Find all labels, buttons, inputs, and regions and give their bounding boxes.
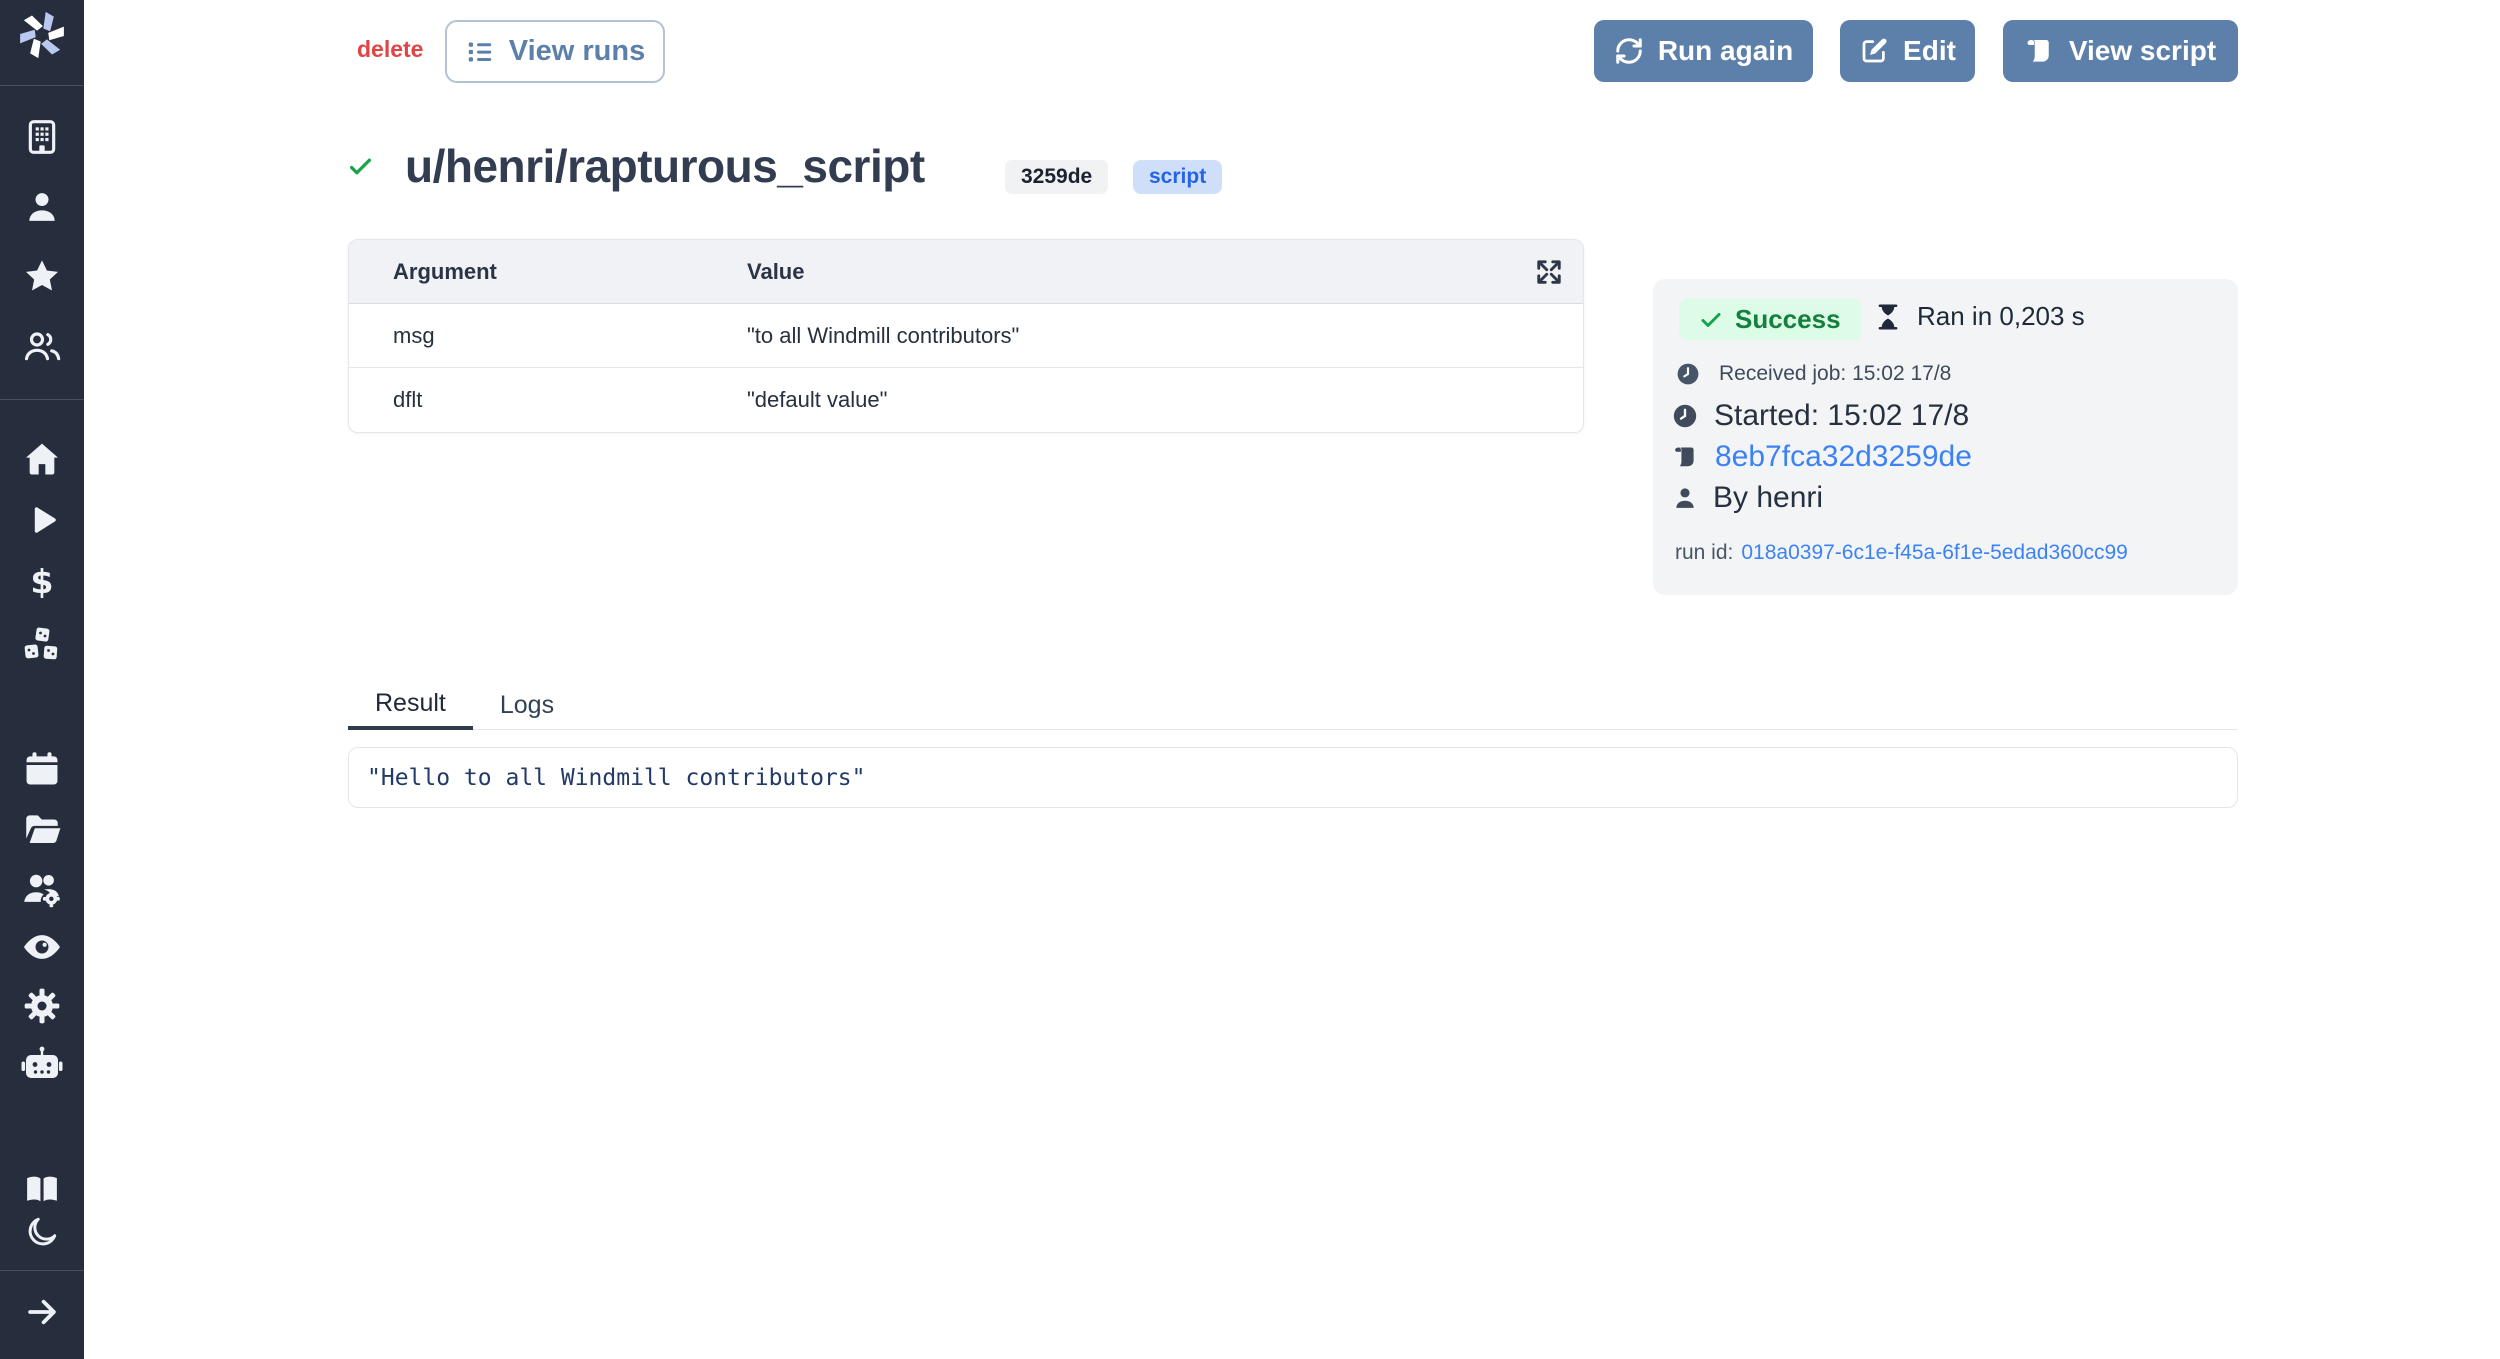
- received-row: Received job: 15:02 17/8: [1675, 361, 1951, 387]
- page-title: u/henri/rapturous_script: [405, 139, 925, 193]
- arrow-right-icon: [23, 1293, 61, 1331]
- delete-button[interactable]: delete: [357, 36, 423, 63]
- user-icon: [23, 188, 61, 226]
- sidebar-item-workspace[interactable]: [22, 117, 62, 157]
- tab-logs[interactable]: Logs: [473, 680, 581, 730]
- run-id-link[interactable]: 018a0397-6c1e-f45a-6f1e-5edad360cc99: [1741, 541, 2127, 565]
- arguments-table-header: Argument Value: [349, 240, 1583, 304]
- sidebar-item-user[interactable]: [23, 188, 61, 226]
- sidebar-item-home[interactable]: [22, 439, 62, 479]
- sidebar-item-resources[interactable]: [20, 624, 64, 668]
- edit-icon: [1859, 36, 1889, 66]
- scroll-icon: [2025, 36, 2055, 66]
- list-icon: [465, 37, 495, 67]
- run-id-row: run id: 018a0397-6c1e-f45a-6f1e-5edad360…: [1675, 541, 2128, 565]
- sidebar-item-workers[interactable]: [20, 866, 64, 910]
- folder-open-icon: [21, 808, 63, 850]
- expand-table-button[interactable]: [1531, 254, 1567, 290]
- gear-icon: [22, 986, 62, 1026]
- book-icon: [21, 1168, 63, 1210]
- argument-column-header: Argument: [349, 259, 747, 285]
- calendar-icon: [22, 750, 62, 790]
- result-json: "Hello to all Windmill contributors": [367, 765, 866, 791]
- created-by-label: By henri: [1713, 481, 1823, 515]
- sidebar-item-members[interactable]: [22, 327, 62, 367]
- view-script-label: View script: [2069, 35, 2216, 67]
- edit-button[interactable]: Edit: [1840, 20, 1975, 82]
- sidebar-separator: [0, 399, 84, 400]
- status-label: Success: [1735, 304, 1841, 335]
- clock-icon: [1675, 361, 1701, 387]
- job-hash-link[interactable]: 8eb7fca32d3259de: [1715, 440, 1972, 474]
- argument-cell: msg: [349, 323, 747, 349]
- success-check-icon: [348, 154, 373, 179]
- users-icon: [22, 327, 62, 367]
- status-panel: Success Ran in 0,203 s Received job: 15:…: [1653, 279, 2238, 595]
- play-icon: [24, 502, 60, 538]
- argument-cell: dflt: [349, 387, 747, 413]
- view-runs-button[interactable]: View runs: [445, 20, 665, 83]
- eye-icon: [21, 926, 63, 968]
- table-row: msg "to all Windmill contributors": [349, 304, 1583, 368]
- scroll-icon: [1673, 444, 1699, 470]
- sidebar-item-favorites[interactable]: [22, 257, 62, 297]
- table-row: dflt "default value": [349, 368, 1583, 432]
- user-icon: [1671, 484, 1699, 512]
- arguments-table: Argument Value msg "to all Windmill cont…: [348, 239, 1584, 433]
- job-hash-row: 8eb7fca32d3259de: [1673, 440, 1972, 474]
- building-icon: [22, 117, 62, 157]
- run-id-label: run id:: [1675, 541, 1733, 565]
- duration-label: Ran in 0,203 s: [1917, 301, 2085, 332]
- sidebar: $: [0, 0, 84, 1359]
- script-badge: script: [1133, 160, 1222, 194]
- run-again-button[interactable]: Run again: [1594, 20, 1813, 82]
- result-tabs: Result Logs: [348, 680, 2238, 730]
- robot-icon: [20, 1044, 64, 1088]
- started-row: Started: 15:02 17/8: [1671, 399, 1969, 433]
- sidebar-separator: [0, 85, 84, 86]
- sidebar-item-worker-groups[interactable]: [20, 1044, 64, 1088]
- star-icon: [22, 257, 62, 297]
- sidebar-item-variables[interactable]: $: [23, 563, 61, 601]
- created-by-row: By henri: [1671, 481, 1823, 515]
- moon-icon: [24, 1214, 60, 1250]
- result-output: "Hello to all Windmill contributors": [348, 747, 2238, 808]
- sidebar-item-runs[interactable]: [24, 502, 60, 538]
- tab-result[interactable]: Result: [348, 680, 473, 730]
- view-runs-label: View runs: [509, 35, 645, 68]
- sidebar-separator: [0, 1270, 84, 1271]
- hourglass-icon: [1873, 302, 1903, 332]
- sidebar-item-dark-mode[interactable]: [24, 1214, 60, 1250]
- value-column-header: Value: [747, 259, 1583, 285]
- status-badge: Success: [1679, 299, 1861, 340]
- workers-icon: [20, 866, 64, 910]
- sidebar-item-settings[interactable]: [22, 986, 62, 1026]
- sidebar-item-docs[interactable]: [21, 1168, 63, 1210]
- svg-text:$: $: [30, 563, 53, 601]
- sidebar-item-schedules[interactable]: [22, 750, 62, 790]
- duration-row: Ran in 0,203 s: [1873, 301, 2085, 332]
- hash-badge: 3259de: [1005, 160, 1108, 194]
- windmill-logo[interactable]: [17, 10, 67, 60]
- view-script-button[interactable]: View script: [2003, 20, 2238, 82]
- sidebar-expand-button[interactable]: [23, 1293, 61, 1331]
- sidebar-item-audit[interactable]: [21, 926, 63, 968]
- received-label: Received job: 15:02 17/8: [1719, 362, 1951, 386]
- dollar-icon: $: [23, 563, 61, 601]
- run-again-label: Run again: [1658, 35, 1793, 67]
- cubes-icon: [20, 624, 64, 668]
- refresh-icon: [1614, 36, 1644, 66]
- value-cell: "to all Windmill contributors": [747, 323, 1583, 349]
- expand-icon: [1534, 257, 1564, 287]
- sidebar-item-folders[interactable]: [21, 808, 63, 850]
- edit-label: Edit: [1903, 35, 1956, 67]
- clock-icon: [1671, 402, 1699, 430]
- title-row: u/henri/rapturous_script: [348, 135, 925, 197]
- started-label: Started: 15:02 17/8: [1714, 399, 1969, 433]
- value-cell: "default value": [747, 387, 1583, 413]
- home-icon: [22, 439, 62, 479]
- check-icon: [1699, 308, 1723, 332]
